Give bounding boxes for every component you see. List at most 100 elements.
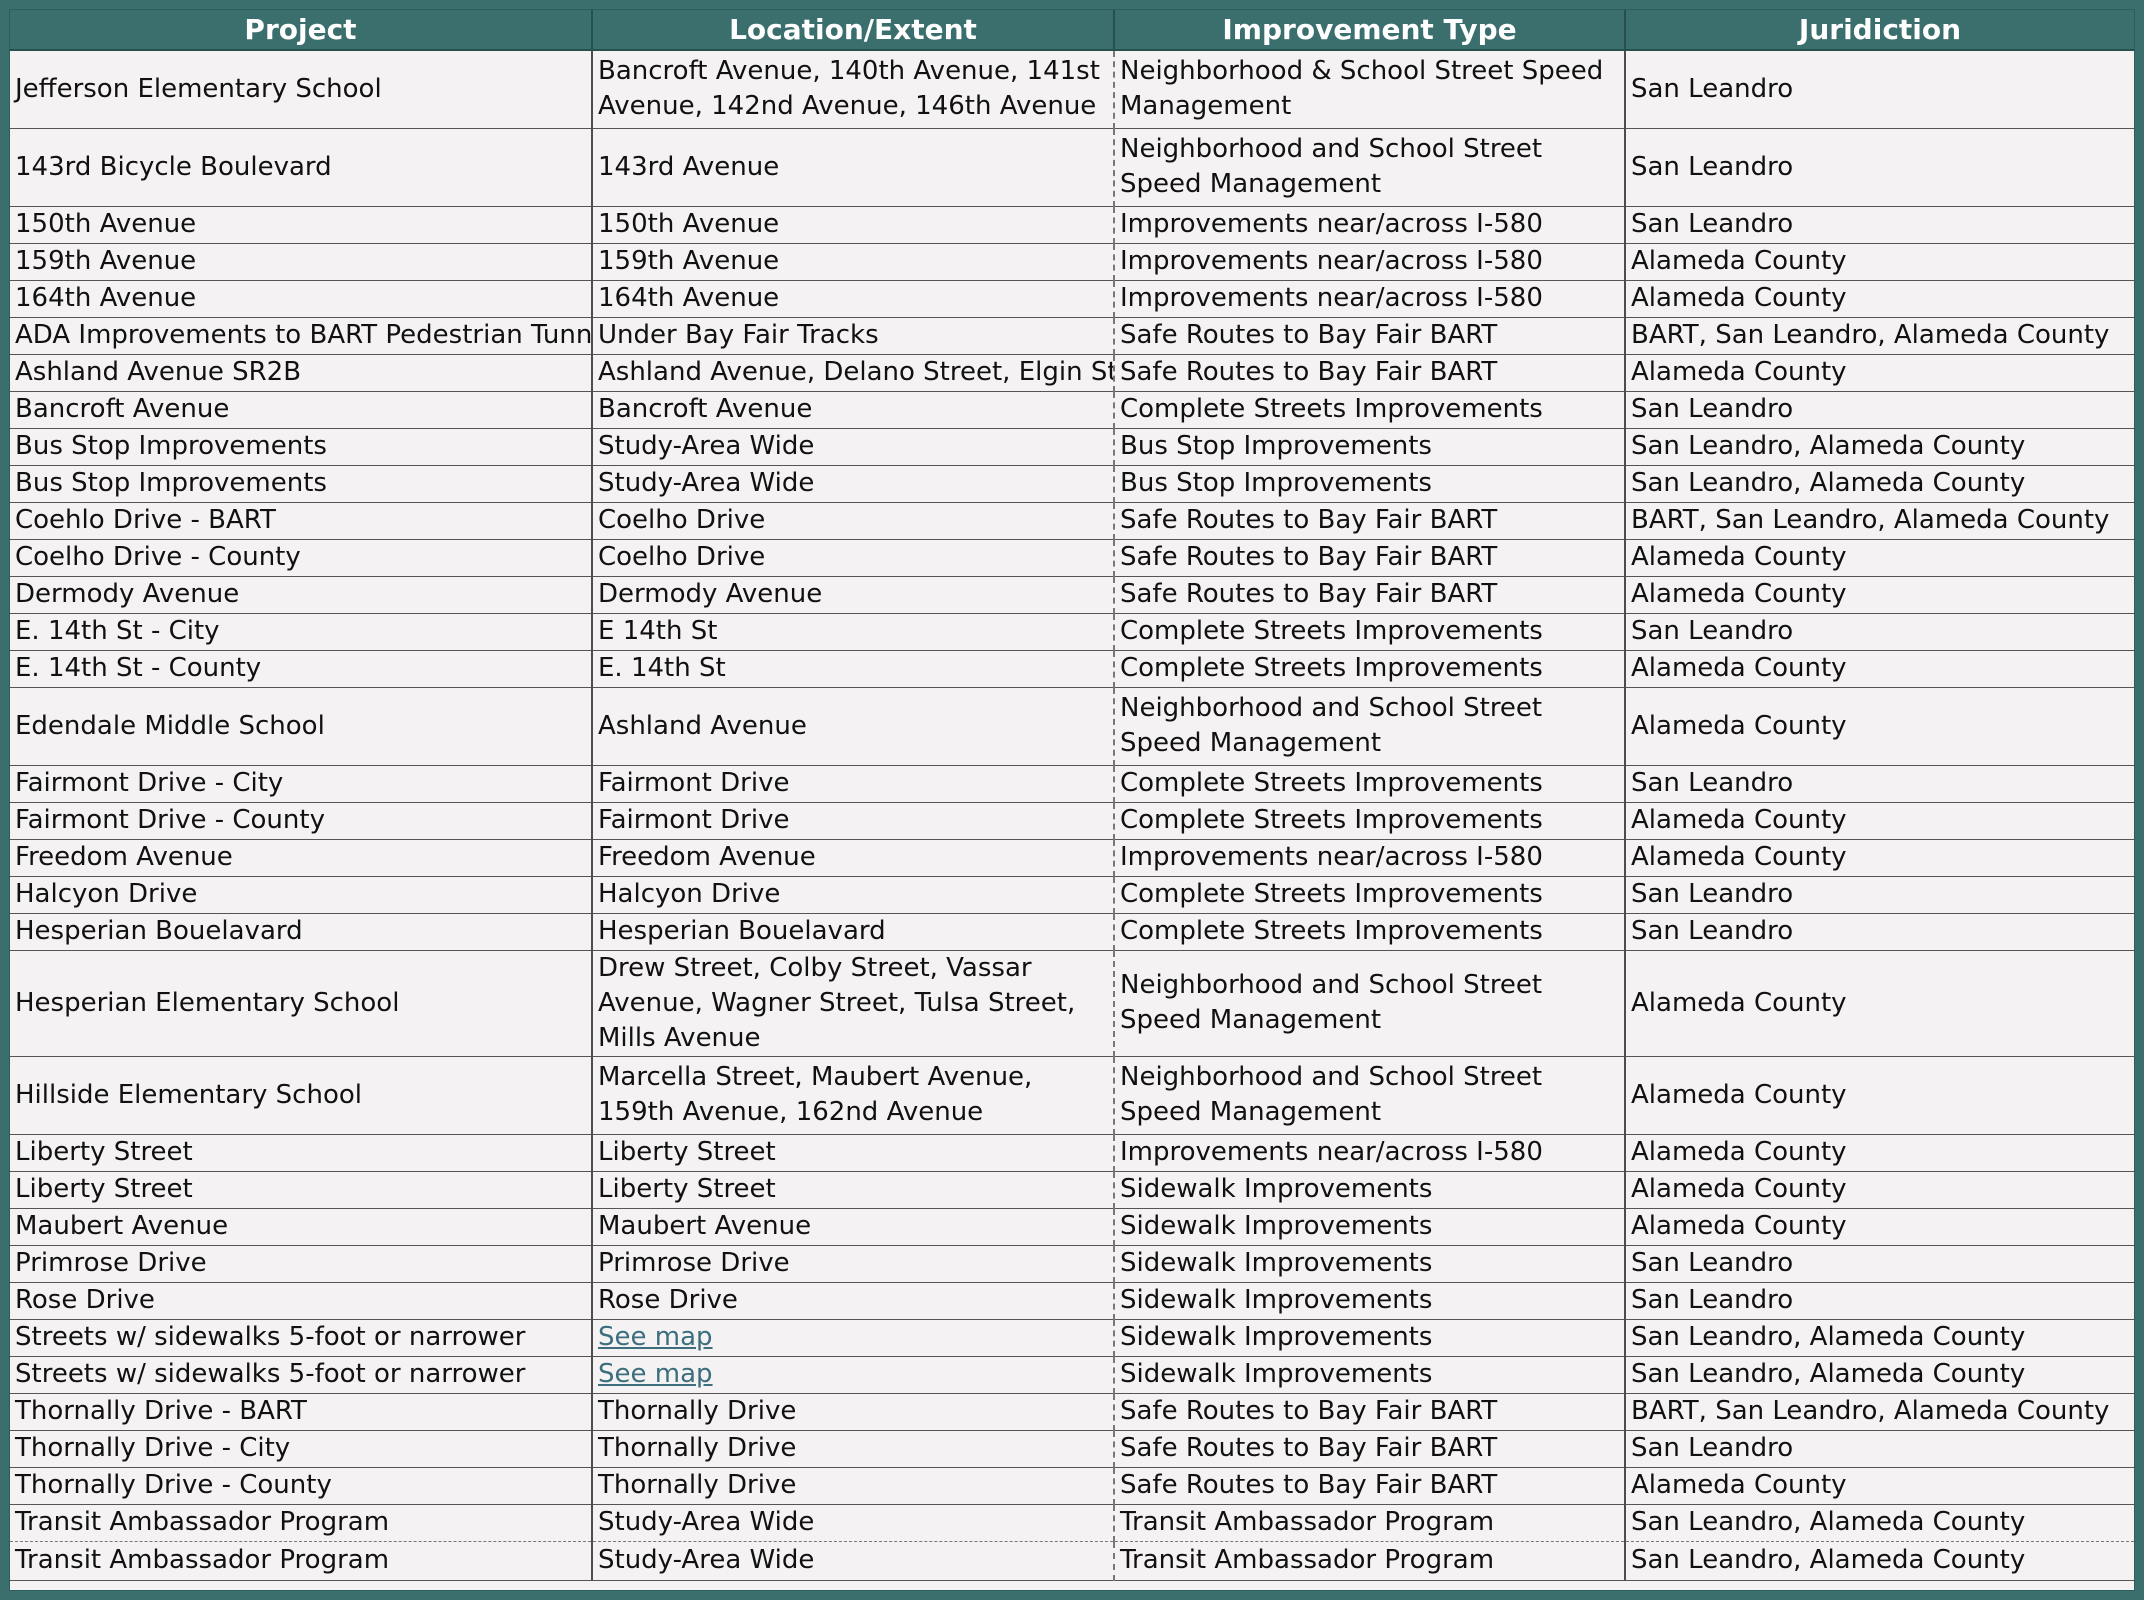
cell-improvement-type: Improvements near/across I-580: [1113, 206, 1625, 244]
table-row: 143rd Bicycle Boulevard 143rd Avenue Neigh…: [10, 128, 2134, 207]
cell-improvement-type: Sidewalk Improvements: [1113, 1282, 1625, 1320]
cell-project: Thornally Drive - City: [10, 1430, 592, 1468]
cell-improvement-type: Complete Streets Improvements: [1113, 913, 1625, 951]
cell-jurisdiction: Alameda County: [1624, 1171, 2134, 1209]
table-row: ADA Improvements to BART Pedestrian Tunn…: [10, 317, 2134, 355]
cell-project: Thornally Drive - BART: [10, 1393, 592, 1431]
cell-improvement-type: Improvements near/across I-580: [1113, 839, 1625, 877]
table-row: Bancroft Avenue Bancroft Avenue Complete S…: [10, 391, 2134, 429]
cell-improvement-type: Neighborhood & School Street Speed Manag…: [1113, 50, 1625, 129]
cell-jurisdiction: Alameda County: [1624, 576, 2134, 614]
cell-project: Maubert Avenue: [10, 1208, 592, 1246]
cell-jurisdiction: San Leandro, Alameda County: [1624, 1319, 2134, 1357]
column-header-project[interactable]: Project: [10, 10, 592, 51]
table-row: Halcyon Drive Halcyon Drive Complete Stree…: [10, 876, 2134, 914]
cell-improvement-type: Safe Routes to Bay Fair BART: [1113, 502, 1625, 540]
cell-improvement-type: Sidewalk Improvements: [1113, 1208, 1625, 1246]
cell-project: 164th Avenue: [10, 280, 592, 318]
table-row: Coelho Drive - County Coelho Drive Safe Ro…: [10, 539, 2134, 577]
table-row: Jefferson Elementary School Bancroft Aven…: [10, 50, 2134, 129]
table-row: Liberty Street Liberty Street Sidewalk Imp…: [10, 1171, 2134, 1209]
cell-location: Study-Area Wide: [591, 1504, 1114, 1542]
cell-location: 150th Avenue: [591, 206, 1114, 244]
table-row: Hillside Elementary School Marcella Stree…: [10, 1056, 2134, 1135]
cell-improvement-type: Transit Ambassador Program: [1113, 1541, 1625, 1581]
cell-location: Liberty Street: [591, 1171, 1114, 1209]
cell-project: Fairmont Drive - City: [10, 765, 592, 803]
cell-jurisdiction: Alameda County: [1624, 539, 2134, 577]
cell-jurisdiction: Alameda County: [1624, 950, 2134, 1057]
table-header: Project Location/Extent Improvement Type…: [10, 10, 2134, 51]
cell-location: Ashland Avenue: [591, 687, 1114, 766]
cell-project: Liberty Street: [10, 1171, 592, 1209]
cell-location: E. 14th St: [591, 650, 1114, 688]
column-header-location[interactable]: Location/Extent: [591, 10, 1114, 51]
cell-location: 159th Avenue: [591, 243, 1114, 281]
table-row: E. 14th St - County E. 14th St Complete St…: [10, 650, 2134, 688]
cell-project: Freedom Avenue: [10, 839, 592, 877]
cell-jurisdiction: BART, San Leandro, Alameda County: [1624, 502, 2134, 540]
cell-improvement-type: Improvements near/across I-580: [1113, 243, 1625, 281]
cell-jurisdiction: Alameda County: [1624, 243, 2134, 281]
cell-project: E. 14th St - County: [10, 650, 592, 688]
cell-improvement-type: Safe Routes to Bay Fair BART: [1113, 317, 1625, 355]
cell-project: Ashland Avenue SR2B: [10, 354, 592, 392]
cell-location: 164th Avenue: [591, 280, 1114, 318]
cell-project: Streets w/ sidewalks 5-foot or narrower: [10, 1356, 592, 1394]
cell-project: Edendale Middle School: [10, 687, 592, 766]
cell-location: Primrose Drive: [591, 1245, 1114, 1283]
cell-jurisdiction: San Leandro: [1624, 1430, 2134, 1468]
cell-location: Study-Area Wide: [591, 1541, 1114, 1581]
cell-improvement-type: Neighborhood and School Street Speed Man…: [1113, 950, 1625, 1057]
cell-improvement-type: Improvements near/across I-580: [1113, 1134, 1625, 1172]
cell-improvement-type: Improvements near/across I-580: [1113, 280, 1625, 318]
cell-jurisdiction: San Leandro: [1624, 765, 2134, 803]
cell-jurisdiction: San Leandro: [1624, 50, 2134, 129]
see-map-link[interactable]: See map: [598, 1322, 713, 1352]
cell-project: Thornally Drive - County: [10, 1467, 592, 1505]
cell-improvement-type: Bus Stop Improvements: [1113, 465, 1625, 503]
cell-location: Dermody Avenue: [591, 576, 1114, 614]
column-header-improvement-type[interactable]: Improvement Type: [1113, 10, 1625, 51]
table-row: 159th Avenue 159th Avenue Improvements nea…: [10, 243, 2134, 281]
cell-jurisdiction: San Leandro: [1624, 128, 2134, 207]
see-map-link[interactable]: See map: [598, 1359, 713, 1389]
cell-project: Liberty Street: [10, 1134, 592, 1172]
cell-improvement-type: Neighborhood and School Street Speed Man…: [1113, 128, 1625, 207]
cell-project: 159th Avenue: [10, 243, 592, 281]
cell-project: Hesperian Bouelavard: [10, 913, 592, 951]
cell-jurisdiction: Alameda County: [1624, 1056, 2134, 1135]
table-row: Thornally Drive - County Thornally Drive S…: [10, 1467, 2134, 1505]
cell-jurisdiction: San Leandro: [1624, 613, 2134, 651]
cell-jurisdiction: San Leandro, Alameda County: [1624, 465, 2134, 503]
cell-improvement-type: Safe Routes to Bay Fair BART: [1113, 354, 1625, 392]
cell-improvement-type: Neighborhood and School Street Speed Man…: [1113, 1056, 1625, 1135]
cell-improvement-type: Safe Routes to Bay Fair BART: [1113, 1467, 1625, 1505]
table-row: Hesperian Elementary School Drew Street, …: [10, 950, 2134, 1057]
cell-jurisdiction: BART, San Leandro, Alameda County: [1624, 1393, 2134, 1431]
cell-location: Study-Area Wide: [591, 465, 1114, 503]
table-row: E. 14th St - City E 14th St Complete Stree…: [10, 613, 2134, 651]
cell-jurisdiction: Alameda County: [1624, 280, 2134, 318]
cell-jurisdiction: Alameda County: [1624, 1208, 2134, 1246]
cell-location: Coelho Drive: [591, 539, 1114, 577]
cell-improvement-type: Complete Streets Improvements: [1113, 391, 1625, 429]
table-row: Ashland Avenue SR2B Ashland Avenue, Delan…: [10, 354, 2134, 392]
cell-project: Coehlo Drive - BART: [10, 502, 592, 540]
cell-jurisdiction: San Leandro: [1624, 391, 2134, 429]
cell-jurisdiction: Alameda County: [1624, 354, 2134, 392]
cell-project: Transit Ambassador Program: [10, 1541, 592, 1581]
column-header-jurisdiction[interactable]: Juridiction: [1624, 10, 2134, 51]
cell-location: See map: [591, 1319, 1114, 1357]
cell-location: Rose Drive: [591, 1282, 1114, 1320]
cell-jurisdiction: Alameda County: [1624, 687, 2134, 766]
table-row: Freedom Avenue Freedom Avenue Improvements…: [10, 839, 2134, 877]
cell-jurisdiction: San Leandro, Alameda County: [1624, 428, 2134, 466]
table-row: Primrose Drive Primrose Drive Sidewalk Imp…: [10, 1245, 2134, 1283]
cell-project: Streets w/ sidewalks 5-foot or narrower: [10, 1319, 592, 1357]
cell-project: 150th Avenue: [10, 206, 592, 244]
cell-jurisdiction: San Leandro, Alameda County: [1624, 1356, 2134, 1394]
cell-location: See map: [591, 1356, 1114, 1394]
cell-improvement-type: Safe Routes to Bay Fair BART: [1113, 576, 1625, 614]
table-body: Jefferson Elementary School Bancroft Aven…: [10, 50, 2134, 1581]
